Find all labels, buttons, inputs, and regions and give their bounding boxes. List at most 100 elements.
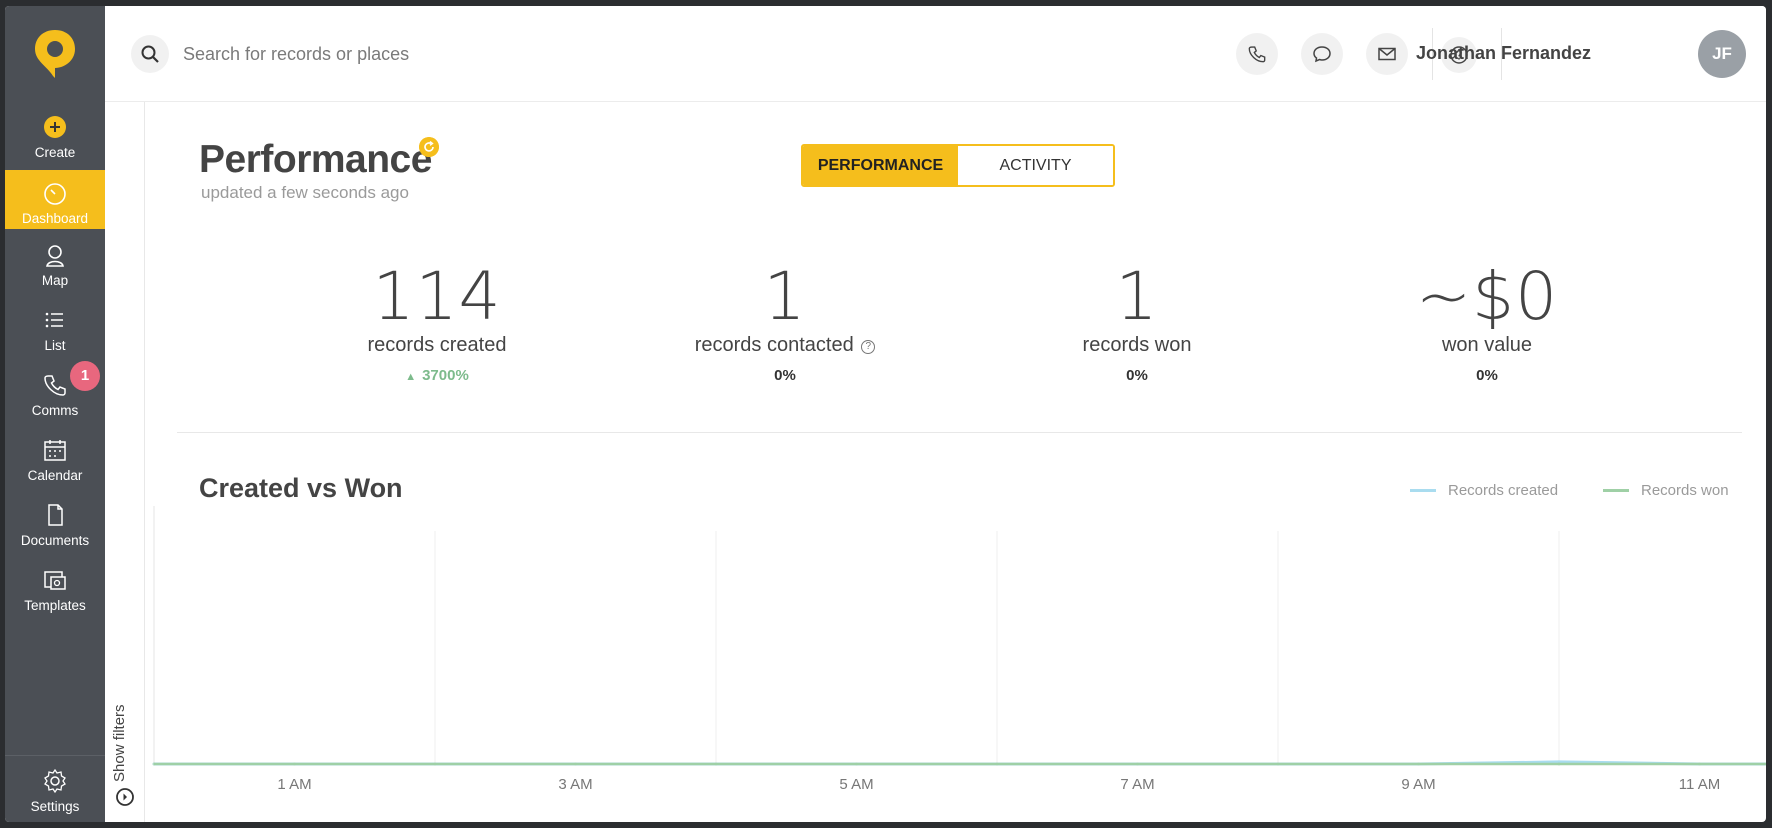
search-button[interactable]	[131, 35, 169, 73]
mail-icon	[1378, 47, 1396, 61]
legend-swatch	[1410, 489, 1436, 492]
section-divider	[177, 432, 1742, 433]
chat-bubble-icon	[1313, 46, 1331, 63]
tab-performance[interactable]: PERFORMANCE	[803, 146, 958, 185]
stat-records-contacted: 1 records contacted ? 0%	[625, 264, 945, 384]
data-point-records-won	[995, 762, 999, 766]
x-tick-label: 11 AM	[1679, 776, 1720, 793]
stat-change: 0%	[1126, 367, 1148, 384]
trend-up-icon: ▲	[405, 371, 417, 383]
data-point-records-won	[1417, 762, 1420, 766]
search-input[interactable]	[183, 37, 683, 71]
stat-label: records won	[1082, 334, 1192, 356]
notification-badge: 1	[70, 361, 100, 391]
legend-label: Records won	[1641, 482, 1729, 499]
x-tick-label: 5 AM	[839, 776, 873, 793]
help-icon[interactable]: ?	[861, 340, 876, 354]
refresh-icon[interactable]	[419, 137, 439, 157]
stat-label: records contacted ?	[625, 334, 945, 357]
last-updated-text: updated a few seconds ago	[201, 183, 409, 202]
sidebar-item-label: Dashboard	[21, 211, 89, 226]
gear-icon	[44, 768, 66, 794]
stat-value: ~$0	[1415, 258, 1559, 335]
data-point-records-won	[1557, 762, 1561, 766]
x-tick-label: 9 AM	[1401, 776, 1435, 793]
legend-swatch	[1603, 489, 1629, 492]
data-point-records-won	[152, 762, 156, 766]
sidebar-item-label: List	[44, 338, 66, 353]
stat-value: 114	[372, 258, 502, 335]
stat-records-created: 114 records created ▲ 3700%	[277, 258, 597, 385]
templates-icon	[44, 571, 66, 590]
view-toggle: PERFORMANCE ACTIVITY	[801, 144, 1115, 187]
legend-label: Records created	[1448, 482, 1559, 499]
sidebar-item-label: Templates	[24, 598, 86, 613]
sidebar-item-calendar[interactable]: Calendar	[5, 427, 105, 491]
show-filters-label[interactable]: Show filters	[111, 704, 128, 782]
series-line-records-created	[154, 760, 1766, 766]
stat-value: 1	[1115, 258, 1159, 335]
stat-label: won value	[1441, 334, 1533, 356]
created-vs-won-chart: 1 AM3 AM5 AM7 AM9 AM11 AM1 PM3 PM5 PM7 P…	[152, 506, 1766, 793]
stat-change-value: 3700%	[422, 367, 469, 384]
call-button[interactable]	[1236, 33, 1278, 75]
sidebar-item-templates[interactable]: Templates	[5, 557, 105, 621]
stat-change: 0%	[774, 367, 796, 384]
chevron-right-circle-icon[interactable]	[115, 787, 135, 807]
user-name[interactable]: Jonathan Fernandez	[1416, 43, 1591, 64]
sidebar-item-label: Map	[41, 273, 69, 288]
stat-change: 0%	[1476, 367, 1498, 384]
chart-title: Created vs Won	[199, 473, 403, 503]
sidebar-item-label: Settings	[30, 799, 80, 814]
legend-records-created[interactable]: Records created	[1410, 482, 1558, 499]
app-logo-icon[interactable]	[33, 28, 77, 78]
stat-won-value: ~$0 won value 0%	[1327, 258, 1647, 385]
stat-label-text: records contacted	[694, 334, 854, 356]
data-point-records-won	[574, 762, 577, 766]
plus-circle-icon	[44, 116, 66, 138]
x-tick-label: 3 AM	[558, 776, 592, 793]
sidebar-item-map[interactable]: Map	[5, 232, 105, 296]
data-point-records-won	[855, 762, 858, 766]
sidebar-divider	[5, 755, 105, 756]
sidebar-item-create[interactable]: Create	[5, 104, 105, 168]
tab-activity[interactable]: ACTIVITY	[958, 146, 1113, 185]
sidebar-item-list[interactable]: List	[5, 297, 105, 361]
x-tick-label: 7 AM	[1120, 776, 1154, 793]
phone-icon	[1248, 46, 1266, 63]
stat-value: 1	[763, 258, 807, 335]
gauge-icon	[44, 183, 66, 205]
stat-records-won: 1 records won 0%	[977, 258, 1297, 385]
legend-records-won[interactable]: Records won	[1603, 482, 1729, 499]
stat-label: records created	[367, 334, 507, 356]
sidebar-item-dashboard[interactable]: Dashboard	[5, 170, 105, 229]
phone-icon	[44, 375, 66, 396]
sidebar-item-label: Create	[34, 145, 76, 160]
avatar[interactable]: JF	[1698, 30, 1746, 78]
series-area-records-created	[154, 761, 1766, 764]
email-button[interactable]	[1366, 33, 1408, 75]
data-point-records-won	[1698, 762, 1701, 766]
calendar-icon	[44, 440, 66, 461]
map-pin-icon	[46, 245, 64, 267]
chat-button[interactable]	[1301, 33, 1343, 75]
sidebar-item-label: Comms	[31, 403, 79, 418]
stat-change: ▲ 3700%	[277, 367, 597, 384]
sidebar-item-settings[interactable]: Settings	[5, 758, 105, 822]
data-point-records-won	[293, 762, 296, 766]
sidebar: Create Dashboard Map List 1 Comms Calend…	[5, 6, 105, 822]
top-bar: Jonathan Fernandez JF	[105, 6, 1766, 102]
page-title: Performance	[199, 138, 432, 181]
search-icon	[141, 45, 159, 63]
app-window: Create Dashboard Map List 1 Comms Calend…	[5, 6, 1766, 822]
data-point-records-won	[1276, 762, 1280, 766]
data-point-records-won	[433, 762, 437, 766]
sidebar-item-documents[interactable]: Documents	[5, 492, 105, 556]
sidebar-item-label: Documents	[20, 533, 90, 548]
list-icon	[45, 312, 63, 328]
sidebar-item-comms[interactable]: 1 Comms	[5, 361, 105, 426]
x-tick-label: 1 AM	[277, 776, 311, 793]
filters-panel-toggle[interactable]: Show filters	[105, 102, 145, 822]
document-icon	[48, 504, 63, 526]
data-point-records-won	[1136, 762, 1139, 766]
